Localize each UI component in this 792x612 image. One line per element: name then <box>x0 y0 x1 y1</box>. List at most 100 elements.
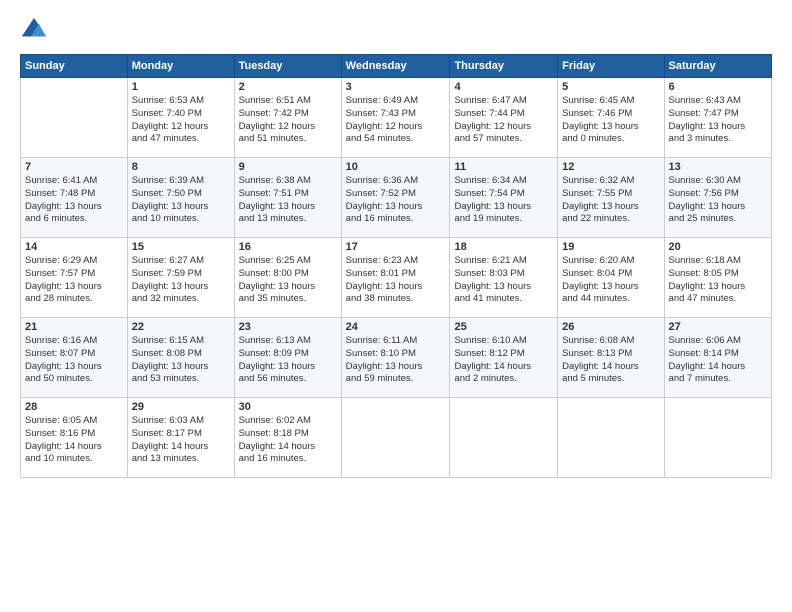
day-number: 18 <box>454 241 553 253</box>
calendar-cell: 7 Sunrise: 6:41 AMSunset: 7:48 PMDaylight… <box>21 158 128 238</box>
calendar-cell: 14Sunrise: 6:29 AMSunset: 7:57 PMDayligh… <box>21 238 128 318</box>
calendar-cell: 4 Sunrise: 6:47 AMSunset: 7:44 PMDaylight… <box>450 78 558 158</box>
day-info: Sunrise: 6:47 AMSunset: 7:44 PMDaylight:… <box>454 95 553 146</box>
calendar-body: 1 Sunrise: 6:53 AMSunset: 7:40 PMDaylight… <box>21 78 772 478</box>
day-info: Sunrise: 6:25 AMSunset: 8:00 PMDaylight:… <box>239 255 337 306</box>
calendar: SundayMondayTuesdayWednesdayThursdayFrid… <box>20 54 772 478</box>
day-number: 5 <box>562 81 659 93</box>
calendar-cell: 12 Sunrise: 6:32 AMSunset: 7:55 PMDayligh… <box>558 158 664 238</box>
day-number: 11 <box>454 161 553 173</box>
logo <box>20 16 52 44</box>
day-number: 8 <box>132 161 230 173</box>
page: SundayMondayTuesdayWednesdayThursdayFrid… <box>0 0 792 612</box>
day-info: Sunrise: 6:15 AMSunset: 8:08 PMDaylight:… <box>132 335 230 386</box>
calendar-cell: 20Sunrise: 6:18 AMSunset: 8:05 PMDayligh… <box>664 238 771 318</box>
day-info: Sunrise: 6:03 AMSunset: 8:17 PMDaylight:… <box>132 415 230 466</box>
calendar-cell: 16 Sunrise: 6:25 AMSunset: 8:00 PMDayligh… <box>234 238 341 318</box>
day-info: Sunrise: 6:18 AMSunset: 8:05 PMDaylight:… <box>669 255 767 306</box>
calendar-cell: 23 Sunrise: 6:13 AMSunset: 8:09 PMDayligh… <box>234 318 341 398</box>
day-info: Sunrise: 6:36 AMSunset: 7:52 PMDaylight:… <box>346 175 446 226</box>
day-info: Sunrise: 6:43 AMSunset: 7:47 PMDaylight:… <box>669 95 767 146</box>
header-day-sunday: Sunday <box>21 55 128 78</box>
calendar-cell <box>21 78 128 158</box>
calendar-cell <box>558 398 664 478</box>
header-row: SundayMondayTuesdayWednesdayThursdayFrid… <box>21 55 772 78</box>
day-number: 14 <box>25 241 123 253</box>
calendar-cell: 28 Sunrise: 6:05 AMSunset: 8:16 PMDayligh… <box>21 398 128 478</box>
week-row-4: 21 Sunrise: 6:16 AMSunset: 8:07 PMDayligh… <box>21 318 772 398</box>
calendar-cell <box>450 398 558 478</box>
calendar-cell: 30 Sunrise: 6:02 AMSunset: 8:18 PMDayligh… <box>234 398 341 478</box>
day-number: 22 <box>132 321 230 333</box>
calendar-cell <box>664 398 771 478</box>
day-info: Sunrise: 6:11 AMSunset: 8:10 PMDaylight:… <box>346 335 446 386</box>
header-day-thursday: Thursday <box>450 55 558 78</box>
calendar-cell: 3Sunrise: 6:49 AMSunset: 7:43 PMDaylight… <box>341 78 450 158</box>
day-number: 30 <box>239 401 337 413</box>
week-row-1: 1 Sunrise: 6:53 AMSunset: 7:40 PMDaylight… <box>21 78 772 158</box>
calendar-cell: 19 Sunrise: 6:20 AMSunset: 8:04 PMDayligh… <box>558 238 664 318</box>
day-info: Sunrise: 6:41 AMSunset: 7:48 PMDaylight:… <box>25 175 123 226</box>
calendar-cell: 5 Sunrise: 6:45 AMSunset: 7:46 PMDaylight… <box>558 78 664 158</box>
calendar-cell: 25 Sunrise: 6:10 AMSunset: 8:12 PMDayligh… <box>450 318 558 398</box>
day-number: 12 <box>562 161 659 173</box>
day-number: 23 <box>239 321 337 333</box>
day-info: Sunrise: 6:23 AMSunset: 8:01 PMDaylight:… <box>346 255 446 306</box>
day-number: 24 <box>346 321 446 333</box>
header-day-saturday: Saturday <box>664 55 771 78</box>
calendar-cell: 24 Sunrise: 6:11 AMSunset: 8:10 PMDayligh… <box>341 318 450 398</box>
day-number: 21 <box>25 321 123 333</box>
calendar-cell: 27Sunrise: 6:06 AMSunset: 8:14 PMDayligh… <box>664 318 771 398</box>
day-number: 1 <box>132 81 230 93</box>
day-number: 2 <box>239 81 337 93</box>
calendar-cell: 26 Sunrise: 6:08 AMSunset: 8:13 PMDayligh… <box>558 318 664 398</box>
day-number: 28 <box>25 401 123 413</box>
day-number: 4 <box>454 81 553 93</box>
day-number: 16 <box>239 241 337 253</box>
day-number: 27 <box>669 321 767 333</box>
day-number: 7 <box>25 161 123 173</box>
day-number: 13 <box>669 161 767 173</box>
day-number: 9 <box>239 161 337 173</box>
day-info: Sunrise: 6:39 AMSunset: 7:50 PMDaylight:… <box>132 175 230 226</box>
day-number: 25 <box>454 321 553 333</box>
day-number: 15 <box>132 241 230 253</box>
calendar-cell: 13 Sunrise: 6:30 AMSunset: 7:56 PMDayligh… <box>664 158 771 238</box>
day-info: Sunrise: 6:38 AMSunset: 7:51 PMDaylight:… <box>239 175 337 226</box>
logo-icon <box>20 16 48 44</box>
day-number: 17 <box>346 241 446 253</box>
header-day-tuesday: Tuesday <box>234 55 341 78</box>
day-info: Sunrise: 6:05 AMSunset: 8:16 PMDaylight:… <box>25 415 123 466</box>
day-number: 6 <box>669 81 767 93</box>
calendar-cell: 9 Sunrise: 6:38 AMSunset: 7:51 PMDaylight… <box>234 158 341 238</box>
day-info: Sunrise: 6:20 AMSunset: 8:04 PMDaylight:… <box>562 255 659 306</box>
calendar-cell: 10Sunrise: 6:36 AMSunset: 7:52 PMDayligh… <box>341 158 450 238</box>
day-number: 3 <box>346 81 446 93</box>
day-info: Sunrise: 6:30 AMSunset: 7:56 PMDaylight:… <box>669 175 767 226</box>
day-number: 26 <box>562 321 659 333</box>
header <box>20 16 772 44</box>
day-info: Sunrise: 6:16 AMSunset: 8:07 PMDaylight:… <box>25 335 123 386</box>
day-info: Sunrise: 6:10 AMSunset: 8:12 PMDaylight:… <box>454 335 553 386</box>
calendar-header: SundayMondayTuesdayWednesdayThursdayFrid… <box>21 55 772 78</box>
day-info: Sunrise: 6:51 AMSunset: 7:42 PMDaylight:… <box>239 95 337 146</box>
header-day-wednesday: Wednesday <box>341 55 450 78</box>
day-info: Sunrise: 6:34 AMSunset: 7:54 PMDaylight:… <box>454 175 553 226</box>
day-info: Sunrise: 6:27 AMSunset: 7:59 PMDaylight:… <box>132 255 230 306</box>
day-number: 19 <box>562 241 659 253</box>
day-info: Sunrise: 6:02 AMSunset: 8:18 PMDaylight:… <box>239 415 337 466</box>
day-info: Sunrise: 6:45 AMSunset: 7:46 PMDaylight:… <box>562 95 659 146</box>
calendar-cell: 15 Sunrise: 6:27 AMSunset: 7:59 PMDayligh… <box>127 238 234 318</box>
day-info: Sunrise: 6:13 AMSunset: 8:09 PMDaylight:… <box>239 335 337 386</box>
day-info: Sunrise: 6:08 AMSunset: 8:13 PMDaylight:… <box>562 335 659 386</box>
calendar-cell: 6 Sunrise: 6:43 AMSunset: 7:47 PMDaylight… <box>664 78 771 158</box>
calendar-cell: 21 Sunrise: 6:16 AMSunset: 8:07 PMDayligh… <box>21 318 128 398</box>
calendar-cell: 18Sunrise: 6:21 AMSunset: 8:03 PMDayligh… <box>450 238 558 318</box>
day-info: Sunrise: 6:53 AMSunset: 7:40 PMDaylight:… <box>132 95 230 146</box>
calendar-cell: 29Sunrise: 6:03 AMSunset: 8:17 PMDayligh… <box>127 398 234 478</box>
header-day-monday: Monday <box>127 55 234 78</box>
calendar-cell: 11 Sunrise: 6:34 AMSunset: 7:54 PMDayligh… <box>450 158 558 238</box>
day-info: Sunrise: 6:32 AMSunset: 7:55 PMDaylight:… <box>562 175 659 226</box>
week-row-5: 28 Sunrise: 6:05 AMSunset: 8:16 PMDayligh… <box>21 398 772 478</box>
calendar-cell: 8 Sunrise: 6:39 AMSunset: 7:50 PMDaylight… <box>127 158 234 238</box>
